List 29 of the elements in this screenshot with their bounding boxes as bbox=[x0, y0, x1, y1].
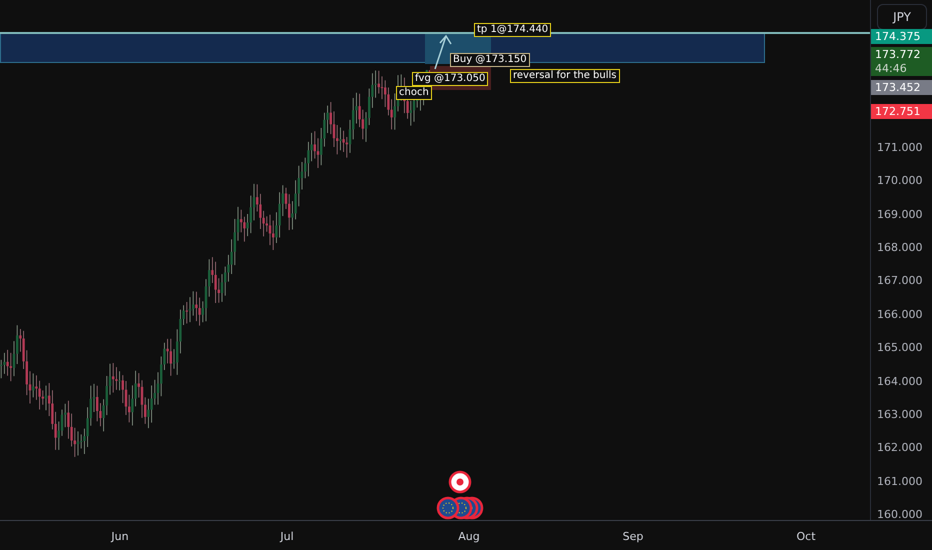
price-tick: 170.000 bbox=[877, 174, 922, 188]
countdown-timer: 44:46 bbox=[875, 62, 908, 76]
event-markers-icon bbox=[434, 470, 484, 520]
price-tick: 166.000 bbox=[877, 308, 922, 322]
price-tick: 168.000 bbox=[877, 241, 922, 256]
time-label: Aug bbox=[458, 529, 480, 545]
chart-annotation: choch bbox=[396, 86, 432, 100]
chart-annotation: fvg @173.050 bbox=[412, 72, 488, 86]
price-tick: 164.000 bbox=[877, 374, 922, 389]
price-tick: 163.000 bbox=[877, 408, 922, 422]
price-tick: 160.000 bbox=[877, 508, 922, 522]
chart-annotation: tp 1@174.440 bbox=[474, 23, 552, 37]
time-label: Jul bbox=[280, 529, 294, 545]
price-value: 172.751 bbox=[875, 104, 922, 119]
chart-annotation: Buy @173.150 bbox=[450, 53, 530, 67]
time-label: Oct bbox=[796, 529, 816, 545]
price-value: 174.375 bbox=[875, 29, 922, 44]
currency-button[interactable]: JPY bbox=[877, 4, 927, 30]
time-label: Sep bbox=[622, 529, 644, 545]
price-tick: 171.000 bbox=[877, 141, 922, 156]
time-label: Jun bbox=[111, 529, 129, 545]
price-tick: 165.000 bbox=[877, 341, 922, 356]
price-tick: 161.000 bbox=[877, 474, 922, 489]
chart-annotation: reversal for the bulls bbox=[510, 69, 620, 83]
price-tick: 169.000 bbox=[877, 208, 922, 222]
price-tick: 167.000 bbox=[877, 274, 922, 288]
price-tick: 162.000 bbox=[877, 441, 922, 456]
price-value: 173.452 bbox=[875, 80, 922, 95]
price-value: 173.772 bbox=[875, 47, 922, 62]
